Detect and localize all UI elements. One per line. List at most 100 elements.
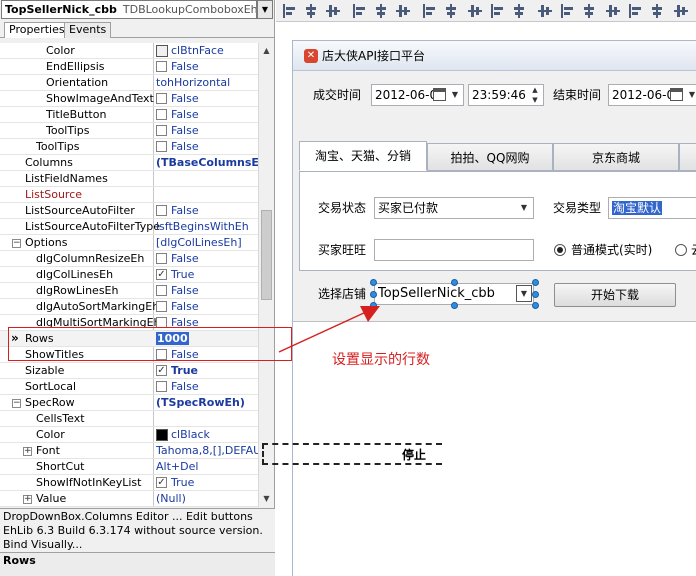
property-row[interactable]: dlgRowLinesEh False (0, 283, 258, 299)
property-value[interactable]: True (156, 267, 258, 282)
trade-type-select[interactable]: 淘宝默认 (608, 197, 696, 219)
begin-date-dropdown-icon[interactable]: ▼ (447, 85, 463, 105)
property-scrollbar[interactable]: ▲ ▼ (258, 43, 274, 507)
property-value[interactable]: False (156, 203, 258, 218)
footer-editor-link[interactable]: DropDownBox.Columns Editor ... Edit butt… (3, 510, 272, 524)
property-value[interactable] (156, 411, 258, 426)
property-value[interactable]: (TSpecRowEh) (156, 395, 258, 410)
property-value[interactable]: False (156, 91, 258, 106)
property-row[interactable]: Color clBtnFace (0, 43, 258, 59)
property-row[interactable]: − SpecRow (TSpecRowEh) (0, 395, 258, 411)
mode-radio-cloud[interactable] (675, 244, 687, 256)
property-row[interactable]: + Value (Null) (0, 491, 258, 507)
align-tool-icon[interactable] (582, 4, 596, 18)
trade-status-dropdown-icon[interactable]: ▼ (516, 198, 532, 218)
property-row[interactable]: − Options [dlgColLinesEh] (0, 235, 258, 251)
tab-properties[interactable]: Properties (4, 22, 70, 38)
property-value[interactable]: False (156, 123, 258, 138)
property-value[interactable]: True (156, 363, 258, 378)
property-value[interactable]: [dlgColLinesEh] (156, 235, 258, 250)
property-row[interactable]: ListSource (0, 187, 258, 203)
checkbox[interactable] (156, 141, 167, 152)
property-row[interactable]: ShowIfNotInKeyList True (0, 475, 258, 491)
begin-time-field[interactable]: 23:59:46 ▲ ▼ (468, 84, 544, 106)
align-tool-icon[interactable] (560, 4, 574, 18)
stop-button[interactable]: 停止 (402, 446, 426, 463)
buyer-input[interactable] (374, 239, 534, 261)
align-tool-icon[interactable] (490, 4, 504, 18)
checkbox[interactable] (156, 477, 167, 488)
tab-taobao[interactable]: 淘宝、天猫、分销 (299, 141, 427, 171)
checkbox[interactable] (156, 365, 167, 376)
property-row[interactable]: ListFieldNames (0, 171, 258, 187)
shop-dropdown-icon[interactable]: ▼ (516, 285, 532, 302)
property-row[interactable]: Color clBlack (0, 427, 258, 443)
footer-bind-link[interactable]: Bind Visually... (3, 538, 272, 552)
property-value[interactable]: False (156, 283, 258, 298)
collapse-icon[interactable]: − (12, 399, 21, 408)
align-tool-icon[interactable] (326, 4, 340, 18)
align-tool-icon[interactable] (468, 4, 482, 18)
align-tool-icon[interactable] (628, 4, 642, 18)
property-value[interactable]: tohHorizontal (156, 75, 258, 90)
trade-status-select[interactable]: 买家已付款 ▼ (374, 197, 534, 219)
property-row[interactable]: dlgColLinesEh True (0, 267, 258, 283)
property-row[interactable]: ShortCut Alt+Del (0, 459, 258, 475)
checkbox[interactable] (156, 125, 167, 136)
checkbox[interactable] (156, 269, 167, 280)
property-row[interactable]: Columns (TBaseColumnsEh (0, 155, 258, 171)
object-selector[interactable]: TopSellerNick_cbb TDBLookupComboboxEh (1, 0, 257, 19)
tab-more[interactable] (679, 143, 696, 171)
checkbox[interactable] (156, 205, 167, 216)
align-tool-icon[interactable] (422, 4, 436, 18)
align-tool-icon[interactable] (444, 4, 458, 18)
property-row[interactable]: Orientation tohHorizontal (0, 75, 258, 91)
checkbox[interactable] (156, 301, 167, 312)
property-value[interactable]: Alt+Del (156, 459, 258, 474)
expand-icon[interactable]: + (23, 447, 32, 456)
align-tool-icon[interactable] (374, 4, 388, 18)
property-value[interactable]: False (156, 139, 258, 154)
scroll-down-icon[interactable]: ▼ (259, 491, 274, 507)
property-value[interactable]: False (156, 251, 258, 266)
property-row[interactable]: CellsText (0, 411, 258, 427)
align-tool-icon[interactable] (674, 4, 688, 18)
property-value[interactable]: Tahoma,8,[],DEFAUL (156, 443, 258, 458)
property-row[interactable]: ToolTips False (0, 123, 258, 139)
property-value[interactable] (156, 171, 258, 186)
begin-date-picker[interactable]: 2012-06-06 ▼ (371, 84, 464, 106)
scroll-thumb[interactable] (261, 210, 272, 300)
end-date-dropdown-icon[interactable]: ▼ (684, 85, 696, 105)
property-row[interactable]: + Font Tahoma,8,[],DEFAUL (0, 443, 258, 459)
selection-handle[interactable] (532, 302, 539, 309)
expand-icon[interactable]: + (23, 495, 32, 504)
checkbox[interactable] (156, 285, 167, 296)
align-tool-icon[interactable] (538, 4, 552, 18)
property-value[interactable]: False (156, 59, 258, 74)
selection-handle[interactable] (532, 291, 539, 298)
property-value[interactable]: (Null) (156, 491, 258, 506)
start-download-button[interactable]: 开始下载 (554, 283, 676, 307)
selection-handle[interactable] (370, 302, 377, 309)
object-selector-dropdown-icon[interactable]: ▼ (257, 0, 273, 19)
checkbox[interactable] (156, 253, 167, 264)
selection-handle[interactable] (370, 279, 377, 286)
align-tool-icon[interactable] (650, 4, 664, 18)
scroll-up-icon[interactable]: ▲ (259, 43, 274, 59)
align-tool-icon[interactable] (396, 4, 410, 18)
align-tool-icon[interactable] (352, 4, 366, 18)
property-row[interactable]: dlgAutoSortMarkingEh False (0, 299, 258, 315)
tab-events[interactable]: Events (64, 22, 112, 38)
property-row[interactable]: EndEllipsis False (0, 59, 258, 75)
property-row[interactable]: TitleButton False (0, 107, 258, 123)
property-row[interactable]: SortLocal False (0, 379, 258, 395)
align-tool-icon[interactable] (606, 4, 620, 18)
checkbox[interactable] (156, 93, 167, 104)
selection-handle[interactable] (370, 291, 377, 298)
collapse-icon[interactable]: − (12, 239, 21, 248)
property-value[interactable] (156, 187, 258, 202)
checkbox[interactable] (156, 109, 167, 120)
selection-handle[interactable] (451, 279, 458, 286)
property-row[interactable]: dlgColumnResizeEh False (0, 251, 258, 267)
selection-handle[interactable] (451, 302, 458, 309)
